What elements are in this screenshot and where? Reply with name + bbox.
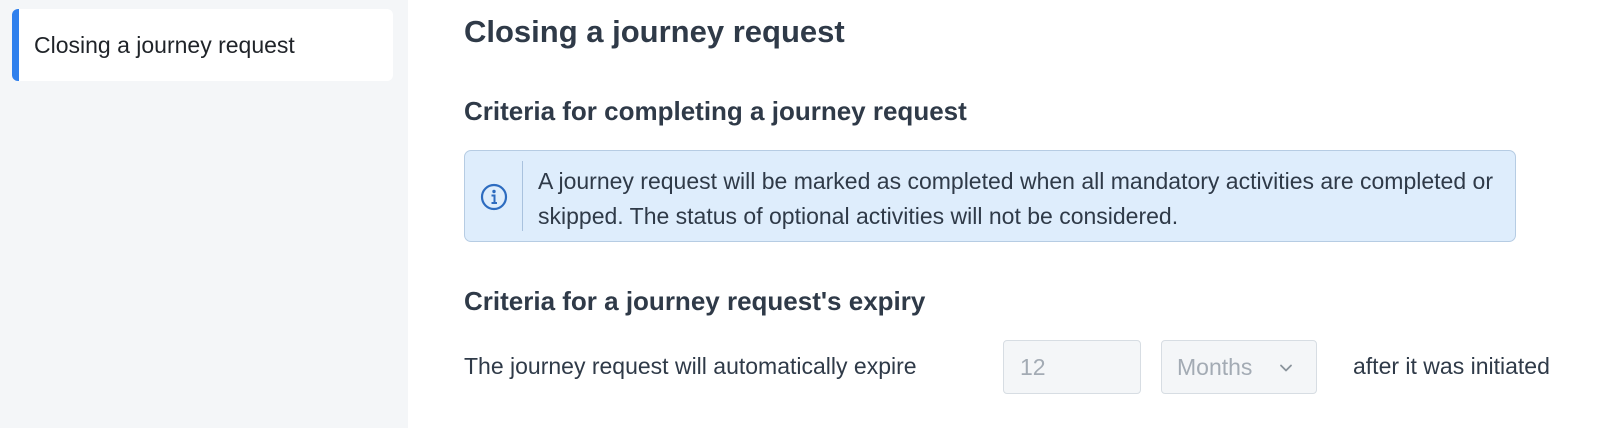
page-title: Closing a journey request	[464, 14, 845, 49]
expiry-row: The journey request will automatically e…	[464, 340, 1594, 396]
main-content: Closing a journey request Criteria for c…	[408, 0, 1600, 428]
info-icon	[480, 183, 508, 211]
sidebar-item-label: Closing a journey request	[34, 31, 295, 58]
info-callout: A journey request will be marked as comp…	[464, 150, 1516, 242]
expiry-criteria-heading: Criteria for a journey request's expiry	[464, 286, 926, 316]
expiry-duration-input[interactable]	[1003, 340, 1141, 394]
expiry-unit-value: Months	[1177, 353, 1253, 380]
expiry-prefix-text: The journey request will automatically e…	[464, 353, 917, 379]
expiry-unit-select[interactable]: Months	[1161, 340, 1317, 394]
completion-criteria-heading: Criteria for completing a journey reques…	[464, 96, 967, 126]
expiry-suffix-text: after it was initiated	[1353, 353, 1550, 379]
info-divider	[522, 161, 523, 231]
sidebar: Closing a journey request	[0, 0, 408, 428]
chevron-down-icon	[1280, 364, 1292, 372]
sidebar-item-closing-journey-request[interactable]: Closing a journey request	[12, 9, 393, 81]
info-text: A journey request will be marked as comp…	[538, 168, 1493, 229]
